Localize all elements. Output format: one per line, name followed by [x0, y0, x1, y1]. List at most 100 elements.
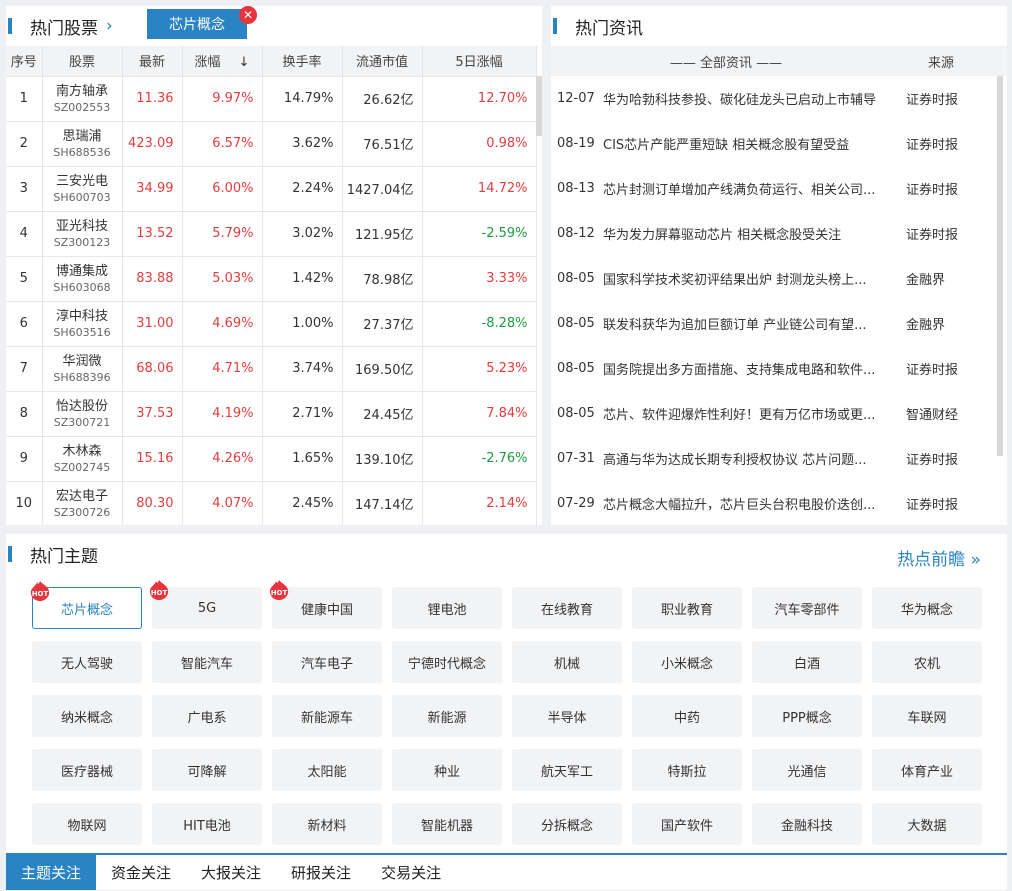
stock-cell[interactable]: 淳中科技 SH603516 — [42, 300, 123, 346]
news-title[interactable]: 华为发力屏幕驱动芯片 相关概念股受关注 — [601, 224, 901, 243]
topic-chip[interactable]: 太阳能 — [272, 749, 382, 791]
topic-chip[interactable]: 物联网 — [32, 803, 142, 845]
stock-name[interactable]: 亚光科技 — [43, 218, 122, 235]
hot-forecast-link[interactable]: 热点前瞻 » — [897, 545, 981, 570]
topic-chip[interactable]: 汽车零部件 — [752, 587, 862, 629]
news-item[interactable]: 07-31 高通与华为达成长期专利授权协议 芯片问题... 证券时报 — [551, 436, 1007, 481]
news-item[interactable]: 08-05 联发科获华为追加巨额订单 产业链公司有望... 金融界 — [551, 301, 1007, 346]
table-row[interactable]: 5 博通集成 SH603068 83.88 5.03% 1.42% 78.98亿 3.33% — [6, 255, 537, 301]
table-row[interactable]: 8 怡达股份 SZ300721 37.53 4.19% 2.71% 24.45亿 7.84% — [6, 390, 537, 436]
stock-name[interactable]: 怡达股份 — [43, 398, 122, 415]
news-item[interactable]: 08-05 国务院提出多方面措施、支持集成电路和软件... 证券时报 — [551, 346, 1007, 391]
table-row[interactable]: 2 思瑞浦 SH688536 423.09 6.57% 3.62% 76.51亿 0.98% — [6, 120, 537, 166]
chevron-right-icon[interactable]: › — [106, 16, 113, 36]
bottom-tab[interactable]: 研报关注 — [276, 855, 366, 890]
news-title[interactable]: 芯片封测订单增加产线满负荷运行、相关公司... — [601, 179, 901, 198]
table-row[interactable]: 1 南方轴承 SZ002553 11.36 9.97% 14.79% 26.62亿 12.70… — [6, 75, 537, 121]
news-title[interactable]: 芯片概念大幅拉升，芯片巨头台积电股价迭创... — [601, 494, 901, 513]
stock-cell[interactable]: 木林森 SZ002745 — [42, 435, 123, 481]
topic-chip[interactable]: 分拆概念 — [512, 803, 622, 845]
hot-news-title[interactable]: 热门资讯 — [575, 14, 643, 39]
stock-scrollbar[interactable] — [536, 76, 542, 136]
table-row[interactable]: 4 亚光科技 SZ300123 13.52 5.79% 3.02% 121.95亿 -2.59… — [6, 210, 537, 256]
table-row[interactable]: 10 宏达电子 SZ300726 80.30 4.07% 2.45% 147.14亿 2.14… — [6, 480, 537, 525]
stock-cell[interactable]: 怡达股份 SZ300721 — [42, 390, 123, 436]
topic-chip[interactable]: 种业 — [392, 749, 502, 791]
topic-chip[interactable]: 纳米概念 — [32, 695, 142, 737]
news-item[interactable]: 08-05 国家科学技术奖初评结果出炉 封测龙头榜上... 金融界 — [551, 256, 1007, 301]
bottom-tab[interactable]: 交易关注 — [366, 855, 456, 890]
topic-chip[interactable]: 广电系 — [152, 695, 262, 737]
news-scrollbar[interactable] — [997, 76, 1003, 456]
stock-cell[interactable]: 三安光电 SH600703 — [42, 165, 123, 211]
news-item[interactable]: 08-12 华为发力屏幕驱动芯片 相关概念股受关注 证券时报 — [551, 211, 1007, 256]
stock-cell[interactable]: 华润微 SH688396 — [42, 345, 123, 391]
topic-chip[interactable]: 新材料 — [272, 803, 382, 845]
bottom-tab[interactable]: 大报关注 — [186, 855, 276, 890]
stock-name[interactable]: 三安光电 — [43, 173, 122, 190]
col-header-price[interactable]: 最新 — [122, 46, 183, 76]
stock-name[interactable]: 木林森 — [43, 443, 122, 460]
news-title[interactable]: 高通与华为达成长期专利授权协议 芯片问题... — [601, 449, 901, 468]
topic-chip[interactable]: 农机 — [872, 641, 982, 683]
news-item[interactable]: 08-05 芯片、软件迎爆炸性利好！更有万亿市场或更... 智通财经 — [551, 391, 1007, 436]
hot-stocks-title[interactable]: 热门股票 — [30, 14, 98, 39]
stock-name[interactable]: 宏达电子 — [43, 488, 122, 505]
bottom-tab[interactable]: 资金关注 — [96, 855, 186, 890]
topic-chip[interactable]: 华为概念 — [872, 587, 982, 629]
topic-chip[interactable]: 白酒 — [752, 641, 862, 683]
topic-chip[interactable]: 新能源车 — [272, 695, 382, 737]
news-filter-all[interactable]: —— 全部资讯 —— — [551, 52, 901, 71]
topic-chip[interactable]: 智能机器 — [392, 803, 502, 845]
stock-cell[interactable]: 思瑞浦 SH688536 — [42, 120, 123, 166]
sort-down-icon[interactable]: ↓ — [239, 55, 250, 70]
table-row[interactable]: 3 三安光电 SH600703 34.99 6.00% 2.24% 1427.04亿 14.7… — [6, 165, 537, 211]
news-item[interactable]: 12-07 华为哈勃科技参投、碳化硅龙头已启动上市辅导 证券时报 — [551, 76, 1007, 121]
col-header-five-day[interactable]: 5日涨幅 — [422, 46, 537, 76]
news-title[interactable]: 华为哈勃科技参投、碳化硅龙头已启动上市辅导 — [601, 89, 901, 108]
table-row[interactable]: 6 淳中科技 SH603516 31.00 4.69% 1.00% 27.37亿 -8.28% — [6, 300, 537, 346]
topic-chip[interactable]: 新能源 — [392, 695, 502, 737]
stock-name[interactable]: 博通集成 — [43, 263, 122, 280]
news-title[interactable]: 芯片、软件迎爆炸性利好！更有万亿市场或更... — [601, 404, 901, 423]
topic-chip[interactable]: 国产软件 — [632, 803, 742, 845]
topic-chip[interactable]: 大数据 — [872, 803, 982, 845]
topic-chip[interactable]: 可降解 — [152, 749, 262, 791]
topic-chip[interactable]: 半导体 — [512, 695, 622, 737]
col-header-cap[interactable]: 流通市值 — [342, 46, 423, 76]
topic-chip[interactable]: 锂电池 — [392, 587, 502, 629]
topic-chip[interactable]: 机械 — [512, 641, 622, 683]
topic-chip[interactable]: 中药 — [632, 695, 742, 737]
topic-chip[interactable]: 金融科技 — [752, 803, 862, 845]
stock-name[interactable]: 淳中科技 — [43, 308, 122, 325]
topic-chip[interactable]: 特斯拉 — [632, 749, 742, 791]
col-header-change[interactable]: 涨幅 ↓ — [182, 46, 263, 76]
topic-chip[interactable]: 职业教育 — [632, 587, 742, 629]
news-title[interactable]: CIS芯片产能严重短缺 相关概念股有望受益 — [601, 134, 901, 153]
topic-chip[interactable]: 体育产业 — [872, 749, 982, 791]
topic-chip[interactable]: 芯片概念 HOT — [30, 581, 142, 629]
table-row[interactable]: 9 木林森 SZ002745 15.16 4.26% 1.65% 139.10亿 -2.76% — [6, 435, 537, 481]
news-item[interactable]: 07-29 芯片概念大幅拉升，芯片巨头台积电股价迭创... 证券时报 — [551, 481, 1007, 525]
topic-chip[interactable]: 医疗器械 — [32, 749, 142, 791]
news-item[interactable]: 08-19 CIS芯片产能严重短缺 相关概念股有望受益 证券时报 — [551, 121, 1007, 166]
topic-chip[interactable]: 5G HOT — [149, 580, 262, 629]
stock-cell[interactable]: 博通集成 SH603068 — [42, 255, 123, 301]
stock-name[interactable]: 思瑞浦 — [43, 128, 122, 145]
news-item[interactable]: 08-13 芯片封测订单增加产线满负荷运行、相关公司... 证券时报 — [551, 166, 1007, 211]
close-icon[interactable]: ✕ — [239, 6, 257, 24]
bottom-tab[interactable]: 主题关注 — [6, 855, 97, 890]
stock-cell[interactable]: 南方轴承 SZ002553 — [42, 75, 123, 121]
stock-name[interactable]: 华润微 — [43, 353, 122, 370]
topic-chip[interactable]: 宁德时代概念 — [392, 641, 502, 683]
topic-chip[interactable]: 在线教育 — [512, 587, 622, 629]
topic-chip[interactable]: PPP概念 — [752, 695, 862, 737]
topic-chip[interactable]: 航天军工 — [512, 749, 622, 791]
concept-tag-button[interactable]: 芯片概念 — [147, 9, 247, 39]
topic-chip[interactable]: 汽车电子 — [272, 641, 382, 683]
topic-chip[interactable]: 小米概念 — [632, 641, 742, 683]
topic-chip[interactable]: HIT电池 — [152, 803, 262, 845]
stock-cell[interactable]: 亚光科技 SZ300123 — [42, 210, 123, 256]
table-row[interactable]: 7 华润微 SH688396 68.06 4.71% 3.74% 169.50亿 5.23% — [6, 345, 537, 391]
news-title[interactable]: 国家科学技术奖初评结果出炉 封测龙头榜上... — [601, 269, 901, 288]
